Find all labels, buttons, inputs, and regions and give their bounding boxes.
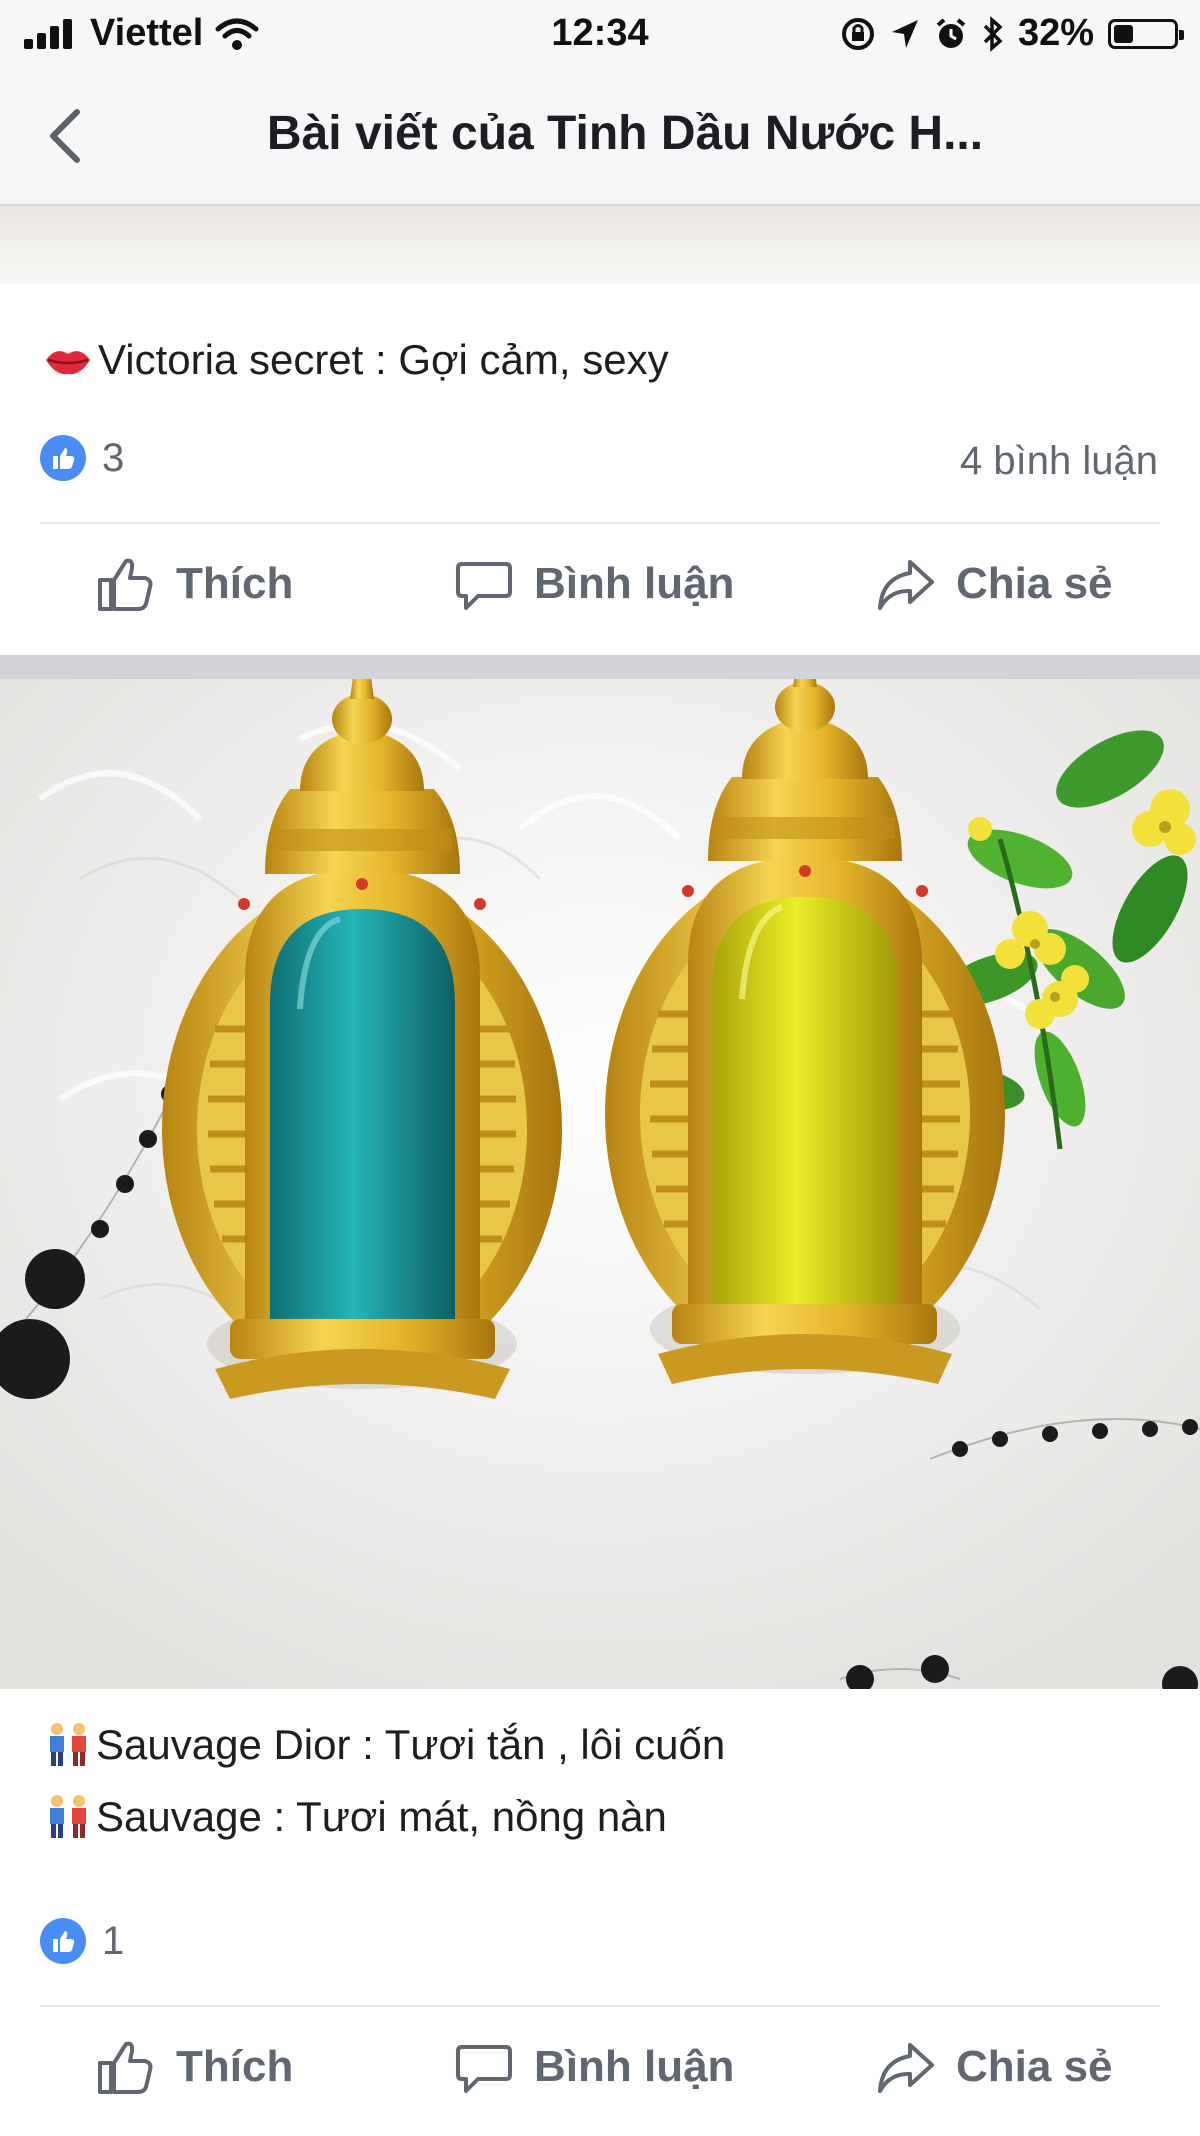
navigation-bar: Bài viết của Tinh Dầu Nước H... (0, 68, 1200, 206)
post-caption-text: Victoria secret : Gợi cảm, sexy (98, 336, 669, 383)
share-button-label: Chia sẻ (956, 559, 1113, 608)
battery-fill (1114, 24, 1133, 43)
post-card-1: Victoria secret : Gợi cảm, sexy 3 4 bình… (0, 284, 1200, 655)
thumbs-up-icon (98, 2041, 153, 2094)
comment-icon (456, 2045, 512, 2093)
comment-button-label: Bình luận (534, 2042, 735, 2091)
post-actions: Thích Bình luận Chia sẻ (0, 524, 1200, 644)
like-button-label: Thích (176, 2042, 294, 2091)
like-badge-icon (40, 1918, 86, 1964)
post-caption: Victoria secret : Gợi cảm, sexy (44, 324, 669, 396)
lips-emoji-icon (46, 351, 90, 375)
post-card-2: Sauvage Dior : Tươi tắn , lôi cuốn Sauva… (0, 1689, 1200, 2136)
post-caption-line-2-text: Sauvage : Tươi mát, nồng nàn (96, 1793, 667, 1840)
lock-rotation-icon (841, 17, 874, 50)
alarm-icon (936, 17, 966, 48)
share-button[interactable]: Chia sẻ (876, 524, 1113, 644)
feed-separator (0, 655, 1200, 679)
reaction-summary[interactable]: 1 (40, 1918, 124, 1964)
like-badge-icon (40, 435, 86, 481)
post-photo[interactable] (0, 679, 1200, 1689)
back-chevron-icon (50, 109, 80, 163)
couple-emoji-icon (50, 1723, 86, 1766)
share-icon (878, 2043, 934, 2093)
thumbs-up-icon (98, 558, 153, 611)
like-button[interactable]: Thích (94, 2007, 293, 2127)
status-right: 32% (840, 12, 1184, 55)
comment-button[interactable]: Bình luận (454, 2007, 734, 2127)
share-button-label: Chia sẻ (956, 2042, 1113, 2091)
back-button[interactable] (30, 98, 100, 174)
like-count: 1 (102, 1918, 125, 1963)
like-count: 3 (102, 435, 125, 480)
couple-emoji-icon (50, 1795, 86, 1838)
share-icon (878, 560, 934, 610)
comment-icon (456, 562, 512, 610)
post-caption-line-1-text: Sauvage Dior : Tươi tắn , lôi cuốn (96, 1721, 726, 1768)
location-icon (891, 19, 918, 48)
bluetooth-icon (983, 15, 1003, 52)
like-button-label: Thích (176, 559, 294, 608)
post-caption-line-1: Sauvage Dior : Tươi tắn , lôi cuốn (44, 1709, 725, 1781)
post-caption-line-2: Sauvage : Tươi mát, nồng nàn (44, 1781, 667, 1853)
comment-button-label: Bình luận (534, 559, 735, 608)
previous-post-image[interactable] (0, 206, 1200, 284)
post-actions: Thích Bình luận Chia sẻ (0, 2007, 1200, 2127)
battery-icon (1108, 18, 1184, 49)
page-title: Bài viết của Tinh Dầu Nước H... (266, 107, 984, 160)
status-bar: Viettel 12:34 32% (0, 0, 1200, 68)
battery-percent: 32% (1017, 12, 1094, 54)
perfume-bottles-image (0, 679, 1200, 1689)
share-button[interactable]: Chia sẻ (876, 2007, 1113, 2127)
like-button[interactable]: Thích (94, 524, 293, 644)
reaction-summary[interactable]: 3 (40, 435, 124, 481)
comment-count-link[interactable]: 4 bình luận (960, 439, 1158, 484)
comment-button[interactable]: Bình luận (454, 524, 734, 644)
